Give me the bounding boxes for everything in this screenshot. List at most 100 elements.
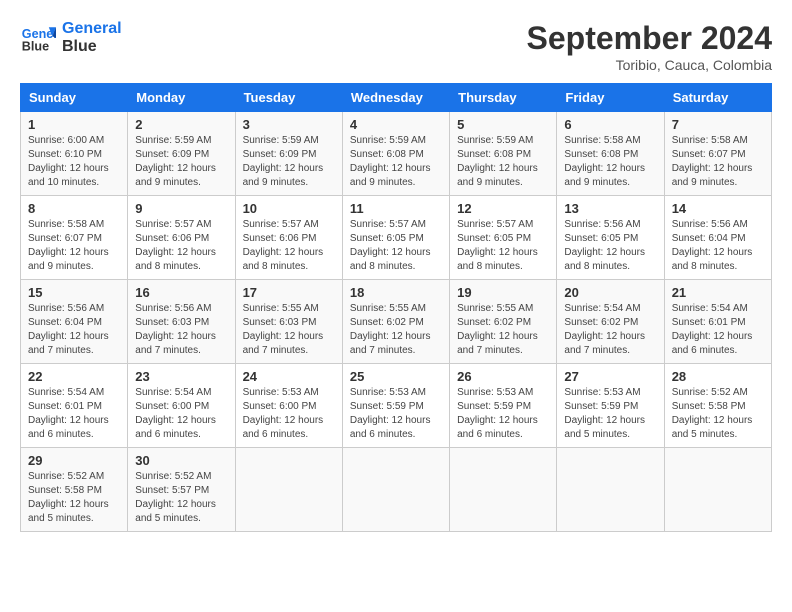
day-info: Sunrise: 5:56 AMSunset: 6:03 PMDaylight:… [135, 302, 227, 358]
col-wednesday: Wednesday [342, 84, 449, 112]
calendar-cell: 28Sunrise: 5:52 AMSunset: 5:58 PMDayligh… [664, 364, 771, 448]
calendar-cell: 10 Sunrise: 5:57 AMSunset: 6:06 PMDayligh… [235, 196, 342, 280]
month-title: September 2024 [527, 20, 772, 57]
day-info: Sunrise: 5:57 AMSunset: 6:05 PMDaylight:… [350, 218, 442, 274]
calendar-cell: 13 Sunrise: 5:56 AMSunset: 6:05 PMDayligh… [557, 196, 664, 280]
day-info: Sunrise: 5:59 AMSunset: 6:08 PMDaylight:… [350, 134, 442, 190]
calendar-cell [664, 448, 771, 532]
calendar-cell: 14Sunrise: 5:56 AMSunset: 6:04 PMDayligh… [664, 196, 771, 280]
calendar-cell [450, 448, 557, 532]
day-number: 8 [28, 201, 120, 216]
calendar-cell: 30 Sunrise: 5:52 AMSunset: 5:57 PMDayligh… [128, 448, 235, 532]
calendar-cell: 1 Sunrise: 6:00 AMSunset: 6:10 PMDaylight… [21, 112, 128, 196]
day-number: 17 [243, 285, 335, 300]
calendar-cell: 6Sunrise: 5:58 AMSunset: 6:08 PMDaylight… [557, 112, 664, 196]
day-info: Sunrise: 5:57 AMSunset: 6:06 PMDaylight:… [135, 218, 227, 274]
calendar-cell: 8Sunrise: 5:58 AMSunset: 6:07 PMDaylight… [21, 196, 128, 280]
calendar-cell [342, 448, 449, 532]
day-info: Sunrise: 5:53 AMSunset: 6:00 PMDaylight:… [243, 386, 335, 442]
day-number: 10 [243, 201, 335, 216]
day-number: 24 [243, 369, 335, 384]
day-number: 22 [28, 369, 120, 384]
day-info: Sunrise: 5:53 AMSunset: 5:59 PMDaylight:… [350, 386, 442, 442]
calendar-cell: 29 Sunrise: 5:52 AMSunset: 5:58 PMDayligh… [21, 448, 128, 532]
day-info: Sunrise: 5:58 AMSunset: 6:07 PMDaylight:… [672, 134, 764, 190]
day-number: 16 [135, 285, 227, 300]
day-number: 4 [350, 117, 442, 132]
day-number: 7 [672, 117, 764, 132]
day-number: 30 [135, 453, 227, 468]
day-info: Sunrise: 5:55 AMSunset: 6:02 PMDaylight:… [457, 302, 549, 358]
day-info: Sunrise: 5:54 AMSunset: 6:00 PMDaylight:… [135, 386, 227, 442]
day-info: Sunrise: 5:54 AMSunset: 6:01 PMDaylight:… [28, 386, 120, 442]
day-number: 28 [672, 369, 764, 384]
calendar-header-row: Sunday Monday Tuesday Wednesday Thursday… [21, 84, 772, 112]
day-number: 19 [457, 285, 549, 300]
day-info: Sunrise: 5:55 AMSunset: 6:02 PMDaylight:… [350, 302, 442, 358]
day-info: Sunrise: 5:56 AMSunset: 6:04 PMDaylight:… [672, 218, 764, 274]
day-number: 3 [243, 117, 335, 132]
day-info: Sunrise: 5:53 AMSunset: 5:59 PMDaylight:… [564, 386, 656, 442]
day-number: 27 [564, 369, 656, 384]
day-info: Sunrise: 5:57 AMSunset: 6:05 PMDaylight:… [457, 218, 549, 274]
day-number: 6 [564, 117, 656, 132]
calendar-week-2: 8Sunrise: 5:58 AMSunset: 6:07 PMDaylight… [21, 196, 772, 280]
day-info: Sunrise: 5:54 AMSunset: 6:01 PMDaylight:… [672, 302, 764, 358]
calendar-cell: 15 Sunrise: 5:56 AMSunset: 6:04 PMDayligh… [21, 280, 128, 364]
calendar-cell: 20 Sunrise: 5:54 AMSunset: 6:02 PMDayligh… [557, 280, 664, 364]
day-info: Sunrise: 5:56 AMSunset: 6:04 PMDaylight:… [28, 302, 120, 358]
day-info: Sunrise: 5:52 AMSunset: 5:57 PMDaylight:… [135, 470, 227, 526]
calendar-cell [235, 448, 342, 532]
calendar-cell: 17Sunrise: 5:55 AMSunset: 6:03 PMDayligh… [235, 280, 342, 364]
day-info: Sunrise: 5:59 AMSunset: 6:09 PMDaylight:… [135, 134, 227, 190]
logo: General Blue General Blue [20, 20, 122, 56]
day-number: 29 [28, 453, 120, 468]
page-header: General Blue General Blue September 2024… [20, 20, 772, 73]
calendar-cell [557, 448, 664, 532]
day-info: Sunrise: 5:59 AMSunset: 6:08 PMDaylight:… [457, 134, 549, 190]
calendar-week-3: 15 Sunrise: 5:56 AMSunset: 6:04 PMDayligh… [21, 280, 772, 364]
calendar-week-5: 29 Sunrise: 5:52 AMSunset: 5:58 PMDayligh… [21, 448, 772, 532]
calendar-cell: 5 Sunrise: 5:59 AMSunset: 6:08 PMDaylight… [450, 112, 557, 196]
calendar-table: Sunday Monday Tuesday Wednesday Thursday… [20, 83, 772, 532]
calendar-cell: 19 Sunrise: 5:55 AMSunset: 6:02 PMDayligh… [450, 280, 557, 364]
day-info: Sunrise: 5:59 AMSunset: 6:09 PMDaylight:… [243, 134, 335, 190]
day-number: 1 [28, 117, 120, 132]
calendar-cell: 24 Sunrise: 5:53 AMSunset: 6:00 PMDayligh… [235, 364, 342, 448]
day-number: 20 [564, 285, 656, 300]
logo-general: General [62, 20, 122, 38]
day-info: Sunrise: 6:00 AMSunset: 6:10 PMDaylight:… [28, 134, 120, 190]
calendar-cell: 23Sunrise: 5:54 AMSunset: 6:00 PMDayligh… [128, 364, 235, 448]
location-subtitle: Toribio, Cauca, Colombia [527, 57, 772, 73]
calendar-cell: 3 Sunrise: 5:59 AMSunset: 6:09 PMDaylight… [235, 112, 342, 196]
calendar-cell: 16 Sunrise: 5:56 AMSunset: 6:03 PMDayligh… [128, 280, 235, 364]
calendar-cell: 12 Sunrise: 5:57 AMSunset: 6:05 PMDayligh… [450, 196, 557, 280]
calendar-week-1: 1 Sunrise: 6:00 AMSunset: 6:10 PMDaylight… [21, 112, 772, 196]
day-number: 15 [28, 285, 120, 300]
calendar-cell: 11 Sunrise: 5:57 AMSunset: 6:05 PMDayligh… [342, 196, 449, 280]
day-info: Sunrise: 5:56 AMSunset: 6:05 PMDaylight:… [564, 218, 656, 274]
day-number: 18 [350, 285, 442, 300]
calendar-cell: 9Sunrise: 5:57 AMSunset: 6:06 PMDaylight… [128, 196, 235, 280]
calendar-cell: 22 Sunrise: 5:54 AMSunset: 6:01 PMDayligh… [21, 364, 128, 448]
calendar-cell: 2 Sunrise: 5:59 AMSunset: 6:09 PMDaylight… [128, 112, 235, 196]
calendar-cell: 21 Sunrise: 5:54 AMSunset: 6:01 PMDayligh… [664, 280, 771, 364]
day-number: 25 [350, 369, 442, 384]
day-number: 26 [457, 369, 549, 384]
logo-blue: Blue [62, 38, 122, 56]
day-number: 5 [457, 117, 549, 132]
calendar-cell: 27 Sunrise: 5:53 AMSunset: 5:59 PMDayligh… [557, 364, 664, 448]
day-info: Sunrise: 5:53 AMSunset: 5:59 PMDaylight:… [457, 386, 549, 442]
day-info: Sunrise: 5:52 AMSunset: 5:58 PMDaylight:… [28, 470, 120, 526]
col-thursday: Thursday [450, 84, 557, 112]
day-number: 21 [672, 285, 764, 300]
day-number: 11 [350, 201, 442, 216]
calendar-cell: 25 Sunrise: 5:53 AMSunset: 5:59 PMDayligh… [342, 364, 449, 448]
day-info: Sunrise: 5:54 AMSunset: 6:02 PMDaylight:… [564, 302, 656, 358]
svg-text:Blue: Blue [22, 40, 49, 54]
day-number: 2 [135, 117, 227, 132]
day-info: Sunrise: 5:57 AMSunset: 6:06 PMDaylight:… [243, 218, 335, 274]
col-monday: Monday [128, 84, 235, 112]
day-number: 13 [564, 201, 656, 216]
day-number: 12 [457, 201, 549, 216]
